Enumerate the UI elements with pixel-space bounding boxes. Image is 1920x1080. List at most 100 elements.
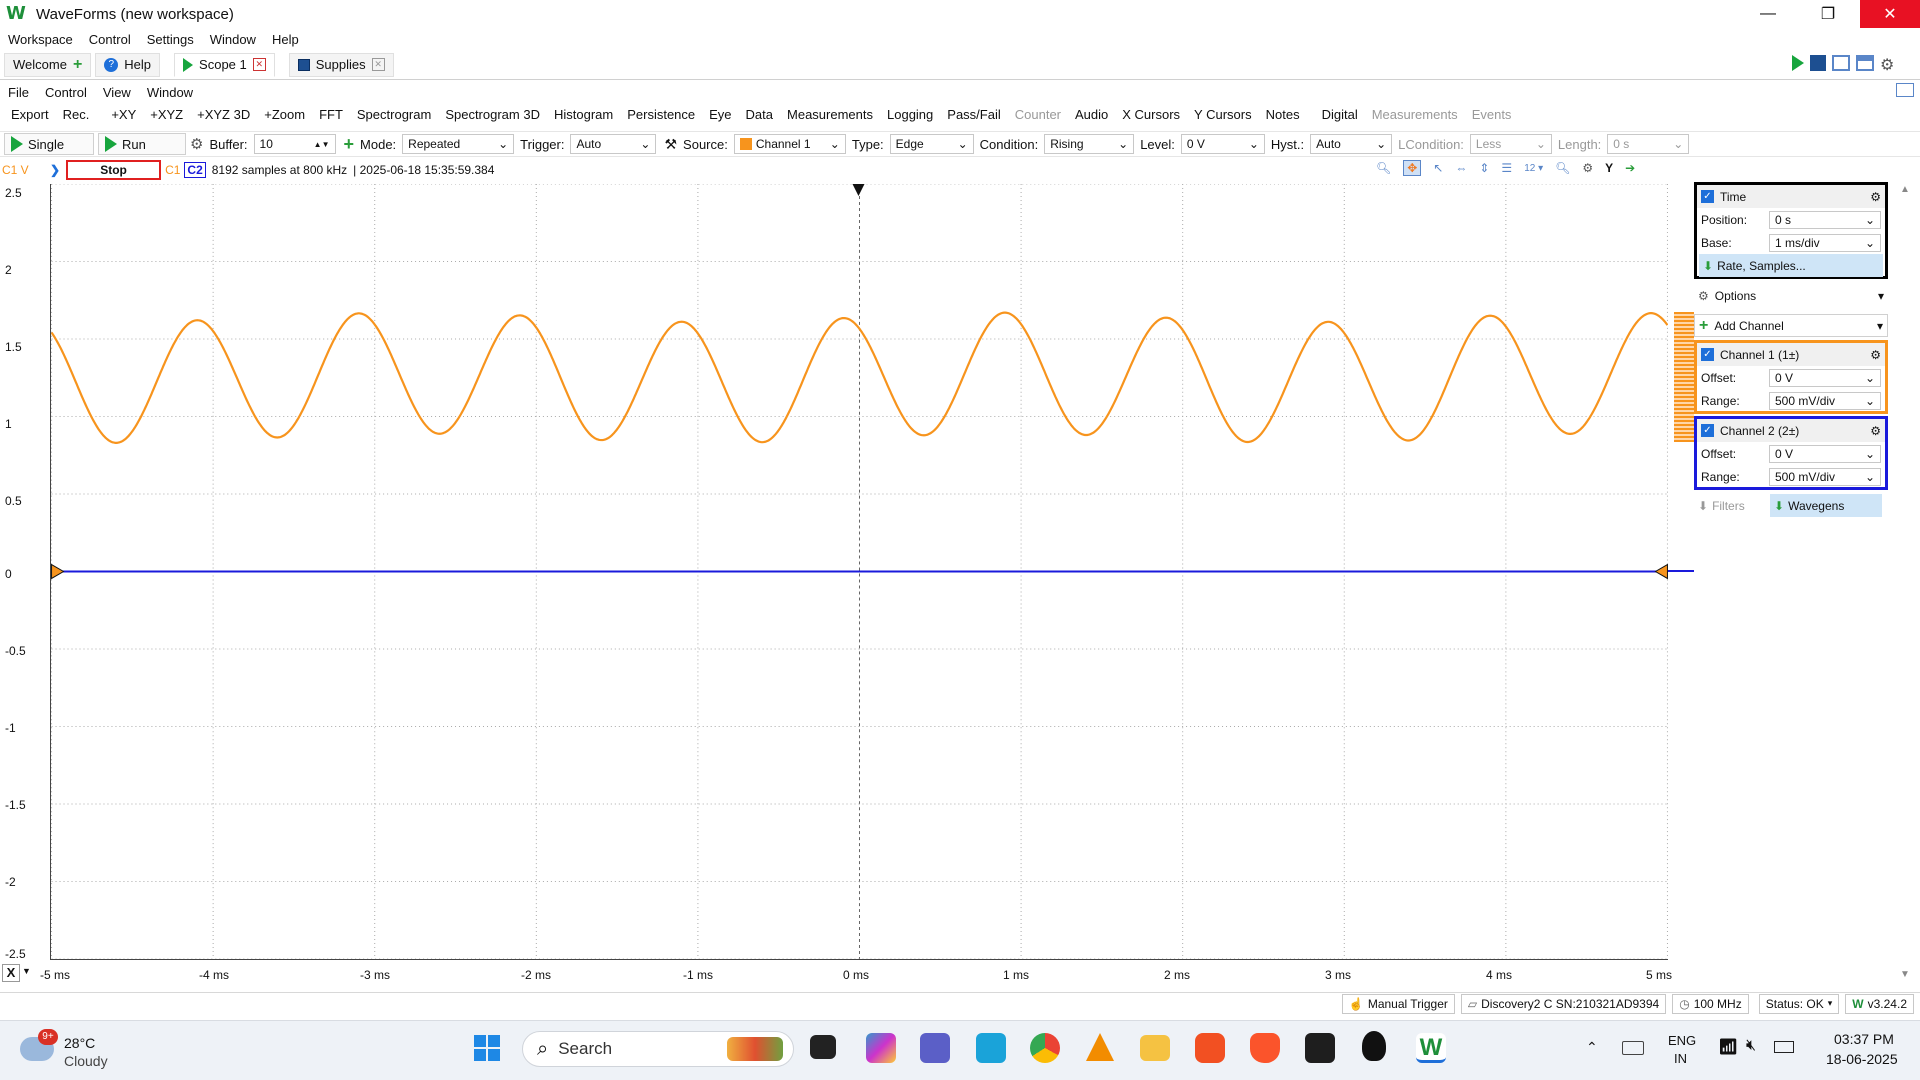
scroll-up-icon[interactable]: ▲ <box>1900 184 1910 195</box>
tool-rec[interactable]: Rec. <box>56 107 97 122</box>
trigger-hammer-icon[interactable]: ⚒ <box>664 136 677 153</box>
stop-all-icon[interactable] <box>1810 55 1826 71</box>
run-button[interactable]: Run <box>98 133 186 155</box>
version-button[interactable]: W v3.24.2 <box>1845 993 1914 1014</box>
tool-eye[interactable]: Eye <box>702 107 738 122</box>
battery-icon[interactable] <box>1774 1041 1794 1053</box>
tool-histogram[interactable]: Histogram <box>547 107 620 122</box>
oscilloscope-plot[interactable] <box>50 184 1668 960</box>
x-axis-dropdown-icon[interactable]: ▼ <box>22 966 31 976</box>
clock-date[interactable]: 18-06-2025 <box>1826 1051 1898 1067</box>
menu-workspace[interactable]: Workspace <box>0 32 81 47</box>
tool-spectrogram-3d[interactable]: Spectrogram 3D <box>438 107 547 122</box>
pan-icon[interactable]: ✥ <box>1403 160 1422 176</box>
checkbox-checked-icon[interactable]: ✓ <box>1701 348 1714 361</box>
waveforms-taskbar-icon[interactable]: W <box>1416 1033 1446 1063</box>
align-icon[interactable]: ☰ <box>1501 161 1512 175</box>
menu-window[interactable]: Window <box>202 32 264 47</box>
add-channel-button[interactable]: + Add Channel ▾ <box>1694 314 1888 337</box>
channel2-offset-select[interactable]: 0 V ⌄ <box>1769 444 1881 463</box>
single-button[interactable]: Single <box>4 133 94 155</box>
tool-audio[interactable]: Audio <box>1068 107 1115 122</box>
brave-icon[interactable] <box>1250 1033 1280 1063</box>
tool-measurements[interactable]: Measurements <box>780 107 880 122</box>
wifi-icon[interactable]: 📶︎ <box>1718 1037 1738 1057</box>
region-label[interactable]: IN <box>1674 1051 1687 1066</box>
channel2-range-select[interactable]: 500 mV/div ⌄ <box>1769 467 1881 486</box>
time-position-select[interactable]: 0 s ⌄ <box>1769 210 1881 229</box>
clock-time[interactable]: 03:37 PM <box>1834 1031 1894 1047</box>
number-icon[interactable]: 12 ▾ <box>1524 163 1543 174</box>
cursor-icon[interactable]: ↖ <box>1433 161 1443 175</box>
zoom-icon[interactable]: 🔍︎ <box>1376 161 1391 175</box>
gear-icon[interactable]: ⚙ <box>1870 424 1881 438</box>
close-button[interactable]: ✕ <box>1860 0 1920 28</box>
trigger-select[interactable]: Auto ⌄ <box>570 134 657 154</box>
tab-supplies[interactable]: Supplies ✕ <box>288 52 394 77</box>
teams-icon[interactable] <box>920 1033 950 1063</box>
submenu-view[interactable]: View <box>95 85 139 100</box>
chevron-right-icon[interactable]: ❯ <box>50 163 60 177</box>
trigger-level-marker-right[interactable] <box>1654 563 1668 580</box>
hyst-select[interactable]: Auto ⌄ <box>1310 134 1393 154</box>
tab-welcome[interactable]: Welcome + <box>4 52 92 77</box>
task-view-icon[interactable] <box>810 1035 836 1059</box>
gear-icon[interactable]: ⚙ <box>1870 348 1881 362</box>
linux-penguin-icon[interactable] <box>1362 1031 1386 1061</box>
tool-y-cursors[interactable]: Y Cursors <box>1187 107 1259 122</box>
buffer-settings-icon[interactable]: ⚙ <box>190 135 203 153</box>
tool-logging[interactable]: Logging <box>880 107 940 122</box>
chrome-icon[interactable] <box>1030 1033 1060 1063</box>
time-header[interactable]: ✓ Time ⚙ <box>1697 185 1885 208</box>
hzoom-icon[interactable]: ⇔ <box>1455 161 1467 175</box>
tool-spectrogram[interactable]: Spectrogram <box>350 107 438 122</box>
tool-xyz-3d[interactable]: +XYZ 3D <box>190 107 257 122</box>
channel1-offset-select[interactable]: 0 V ⌄ <box>1769 368 1881 387</box>
settings-gear-icon[interactable]: ⚙ <box>1880 55 1894 75</box>
terminal-icon[interactable] <box>1305 1033 1335 1063</box>
device-button[interactable]: ▱ Discovery2 C SN:210321AD9394 <box>1460 993 1667 1014</box>
channel1-header[interactable]: ✓ Channel 1 (1±) ⚙ <box>1697 343 1885 366</box>
tool-data[interactable]: Data <box>739 107 780 122</box>
c1-indicator[interactable]: C1 <box>165 163 180 177</box>
checkbox-checked-icon[interactable]: ✓ <box>1701 424 1714 437</box>
frequency-button[interactable]: ◷ 100 MHz <box>1672 993 1749 1014</box>
app-icon[interactable] <box>1195 1033 1225 1063</box>
type-select[interactable]: Edge ⌄ <box>889 134 974 154</box>
time-base-select[interactable]: 1 ms/div ⌄ <box>1769 233 1881 252</box>
menu-control[interactable]: Control <box>81 32 139 47</box>
window-layout-icon[interactable] <box>1832 55 1850 71</box>
keyboard-icon[interactable] <box>1622 1041 1644 1055</box>
language-label[interactable]: ENG <box>1668 1033 1696 1048</box>
weather-widget[interactable]: 9+ 28°C Cloudy <box>20 1029 150 1073</box>
filters-tab[interactable]: ⬇ Filters <box>1694 494 1764 517</box>
submenu-window[interactable]: Window <box>139 85 201 100</box>
source-select[interactable]: Channel 1 ⌄ <box>733 134 846 154</box>
start-button[interactable] <box>474 1035 500 1061</box>
zoom-out-icon[interactable]: 🔍︎ <box>1555 161 1570 175</box>
close-tab-icon[interactable]: ✕ <box>252 58 266 71</box>
plot-settings-icon[interactable]: ⚙ <box>1582 161 1593 175</box>
vzoom-icon[interactable]: ⇕ <box>1479 161 1489 175</box>
close-tab-icon[interactable]: ✕ <box>371 58 385 71</box>
tool-fft[interactable]: FFT <box>312 107 350 122</box>
submenu-control[interactable]: Control <box>37 85 95 100</box>
menu-help[interactable]: Help <box>264 32 307 47</box>
tool-xyz[interactable]: +XYZ <box>143 107 190 122</box>
panel-scrollbar[interactable]: ▲ ▼ <box>1898 184 1912 980</box>
channel2-header[interactable]: ✓ Channel 2 (2±) ⚙ <box>1697 419 1885 442</box>
manual-trigger-button[interactable]: ☝ Manual Trigger <box>1341 993 1455 1014</box>
x-axis-button[interactable]: X <box>2 964 20 982</box>
level-select[interactable]: 0 V ⌄ <box>1180 134 1265 154</box>
tab-help[interactable]: ? Help <box>95 52 161 77</box>
gear-icon[interactable]: ⚙ <box>1870 190 1881 204</box>
copilot-icon[interactable] <box>866 1033 896 1063</box>
minimize-button[interactable]: — <box>1738 0 1798 28</box>
menu-settings[interactable]: Settings <box>139 32 202 47</box>
wavegens-tab[interactable]: ⬇ Wavegens <box>1770 494 1882 517</box>
tool-pass-fail[interactable]: Pass/Fail <box>940 107 1007 122</box>
add-icon[interactable]: + <box>344 134 355 155</box>
tool-persistence[interactable]: Persistence <box>620 107 702 122</box>
taskbar-search[interactable]: ⌕ Search <box>522 1031 794 1067</box>
status-button[interactable]: Status: OK ▾ <box>1758 993 1840 1014</box>
